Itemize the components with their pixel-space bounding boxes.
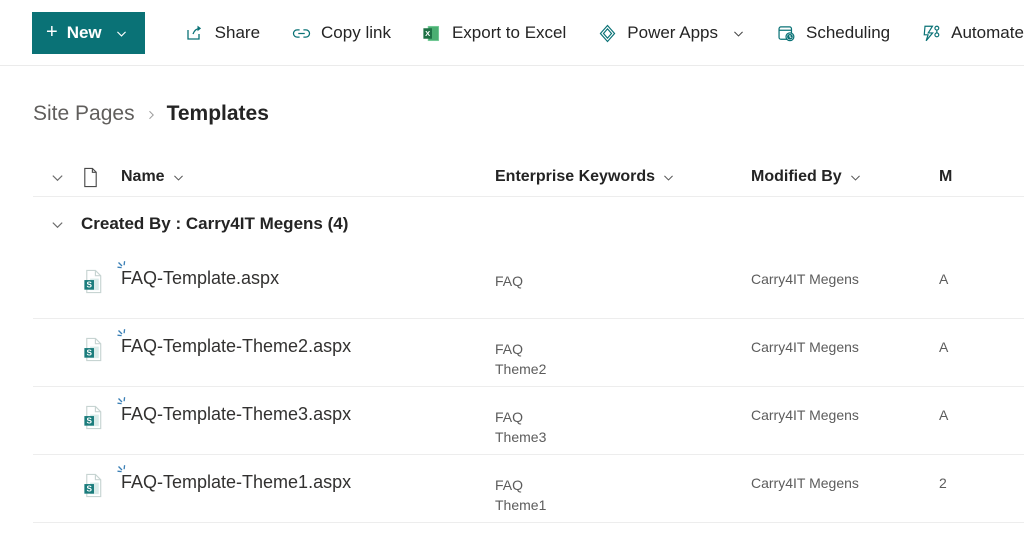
keyword-value: FAQ [495,409,524,425]
copy-link-label: Copy link [321,23,391,42]
cell-enterprise-keywords: FAQ [495,267,751,291]
column-header-modified-by-label: Modified By [751,168,842,185]
automate-label: Automate [951,23,1024,42]
keyword-value: Theme2 [495,361,547,377]
cell-modified-by: Carry4IT Megens [751,475,859,491]
cell-truncated: A [939,271,949,287]
group-header-created-by[interactable]: Created By : Carry4IT Megens (4) [33,197,1024,251]
share-button[interactable]: Share [169,11,275,55]
scheduling-label: Scheduling [806,23,891,42]
power-apps-button[interactable]: Power Apps [581,11,760,55]
svg-text:S: S [86,416,92,425]
excel-icon: X [421,22,443,44]
cell-truncated: A [939,407,949,423]
svg-text:S: S [86,280,92,289]
power-apps-label: Power Apps [627,23,719,42]
cell-truncated: A [939,339,949,355]
table-row[interactable]: S FAQ-Template-Theme3.aspx FAQ Theme3 Ca… [33,387,1024,455]
table-row[interactable]: S FAQ-Template-Theme2.aspx FAQ Theme2 Ca… [33,319,1024,387]
keyword-value: Theme3 [495,429,547,445]
command-bar-items: Share Copy link X Export to Excel Power … [169,11,1024,55]
cell-enterprise-keywords: FAQ Theme3 [495,403,751,447]
svg-text:S: S [86,348,92,357]
chevron-down-icon [172,171,185,184]
export-to-excel-label: Export to Excel [451,23,567,42]
keyword-value: FAQ [495,273,524,289]
table-row[interactable]: S FAQ-Template-Theme1.aspx FAQ Theme1 Ca… [33,455,1024,523]
sharepoint-page-icon: S [81,267,121,295]
copy-link-button[interactable]: Copy link [275,11,406,55]
breadcrumb-site-pages[interactable]: Site Pages [33,102,135,126]
sharepoint-page-icon: S [81,471,121,499]
column-header-name-label: Name [121,168,165,185]
cell-enterprise-keywords: FAQ Theme2 [495,335,751,379]
export-to-excel-button[interactable]: X Export to Excel [406,11,581,55]
new-button-label: New [66,23,102,42]
cell-modified-by: Carry4IT Megens [751,271,859,287]
file-name-link[interactable]: FAQ-Template-Theme3.aspx [121,404,351,425]
command-bar: + New Share Copy link X Export to Excel … [0,0,1024,66]
share-label: Share [214,23,261,42]
cell-modified-by: Carry4IT Megens [751,339,859,355]
automate-button[interactable]: Automate [905,11,1024,55]
chevron-down-icon [849,171,862,184]
group-header-label: Created By : Carry4IT Megens (4) [81,214,349,233]
automate-icon [920,22,942,44]
breadcrumb: Site Pages Templates [0,102,1024,126]
list-header-row: Name Enterprise Keywords Modified By M [33,157,1024,197]
sharepoint-page-icon: S [81,335,121,363]
breadcrumb-templates[interactable]: Templates [167,102,269,126]
keyword-value: Theme1 [495,497,547,513]
document-library-list: Name Enterprise Keywords Modified By M C… [0,157,1024,523]
chevron-down-icon [115,27,128,40]
column-header-name[interactable]: Name [121,168,185,186]
chevron-right-icon [145,107,157,121]
keyword-value: FAQ [495,341,524,357]
scheduling-icon [775,22,797,44]
cell-enterprise-keywords: FAQ Theme1 [495,471,751,515]
column-header-truncated[interactable]: M [939,168,952,186]
cell-modified-by: Carry4IT Megens [751,407,859,423]
column-header-file-type[interactable] [81,167,121,188]
table-row[interactable]: S FAQ-Template.aspx FAQ Carry4IT Megens … [33,251,1024,319]
column-header-modified-by[interactable]: Modified By [751,168,862,186]
keyword-value: FAQ [495,477,524,493]
group-collapse-chevron[interactable] [33,217,81,232]
file-name-link[interactable]: FAQ-Template-Theme2.aspx [121,336,351,357]
plus-icon: + [46,21,58,43]
sharepoint-page-icon: S [81,403,121,431]
power-apps-icon [596,22,618,44]
column-header-enterprise-keywords[interactable]: Enterprise Keywords [495,168,675,186]
select-all-chevron[interactable] [33,170,81,185]
new-button[interactable]: + New [32,12,145,54]
column-header-enterprise-keywords-label: Enterprise Keywords [495,168,656,185]
scheduling-button[interactable]: Scheduling [760,11,905,55]
share-icon [184,22,206,44]
chevron-down-icon [732,27,745,40]
link-icon [290,22,312,44]
file-name-link[interactable]: FAQ-Template.aspx [121,268,279,289]
file-name-link[interactable]: FAQ-Template-Theme1.aspx [121,472,351,493]
cell-truncated: 2 [939,475,947,491]
svg-text:S: S [86,484,92,493]
chevron-down-icon [662,171,675,184]
